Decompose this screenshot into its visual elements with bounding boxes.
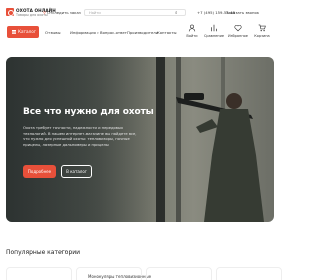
nav-item-info[interactable]: Информация ▾ — [70, 30, 99, 35]
compare-label: Сравнение — [203, 34, 225, 38]
search-icon[interactable]: ⌕ — [175, 10, 178, 16]
nav-label: Отзывы — [45, 30, 61, 35]
category-card[interactable] — [146, 267, 212, 280]
pin-icon: ⚲ — [43, 10, 46, 15]
top-header: ОХОТА ОНЛАЙН Товары для охоты ⚲ Отследить… — [0, 0, 280, 22]
section-title: Популярные категории — [6, 249, 81, 256]
nav-label: Информация — [70, 30, 96, 35]
login-label: Войти — [186, 34, 198, 38]
carousel-arrows[interactable]: ‹ › — [61, 249, 67, 255]
favorites-label: Избранное — [228, 34, 248, 38]
chevron-left-icon[interactable]: ‹ — [61, 249, 63, 255]
compare-icon — [211, 24, 217, 32]
category-card[interactable] — [216, 267, 282, 280]
favorites-action[interactable]: Избранное — [227, 24, 249, 38]
heart-icon — [234, 24, 242, 32]
category-card[interactable] — [6, 267, 72, 280]
login-action[interactable]: Войти — [181, 24, 203, 38]
callback-link[interactable]: Заказать звонок — [226, 10, 259, 15]
compare-action[interactable]: Сравнение — [203, 24, 225, 38]
category-card-label: Монокуляры тепловизионные — [88, 274, 152, 279]
nav-item-manufacturers[interactable]: Производители — [127, 30, 158, 35]
nav-item-reviews[interactable]: Отзывы — [45, 30, 60, 35]
nav-label: Контакты — [157, 30, 177, 35]
chevron-down-icon: ▾ — [97, 31, 99, 35]
cart-action[interactable]: Корзина — [251, 24, 273, 38]
brand-logo-icon[interactable] — [6, 8, 14, 16]
search-input[interactable]: Найти — [84, 9, 186, 16]
nav-label: Производители — [127, 30, 159, 35]
nav-label: Вопрос-ответ — [100, 30, 127, 35]
more-button[interactable]: Подробнее — [23, 165, 56, 178]
hero-description: Охота требует точности, надежности и пер… — [23, 126, 137, 147]
catalog-button[interactable]: Каталог — [7, 26, 39, 38]
user-icon — [188, 24, 196, 32]
hero-title: Все что нужно для охоты — [23, 107, 154, 117]
hero-banner: Все что нужно для охоты Охота требует то… — [6, 57, 274, 222]
nav-item-contacts[interactable]: Контакты — [157, 30, 177, 35]
catalog-label: Каталог — [18, 29, 36, 34]
cart-icon — [258, 24, 266, 32]
track-order-label: Отследить заказ — [47, 10, 81, 15]
cart-label: Корзина — [254, 34, 270, 38]
to-catalog-button[interactable]: В каталог — [61, 165, 92, 178]
nav-item-faq[interactable]: Вопрос-ответ — [100, 30, 127, 35]
track-order-link[interactable]: ⚲ Отследить заказ — [43, 10, 81, 15]
chevron-right-icon[interactable]: › — [65, 249, 67, 255]
